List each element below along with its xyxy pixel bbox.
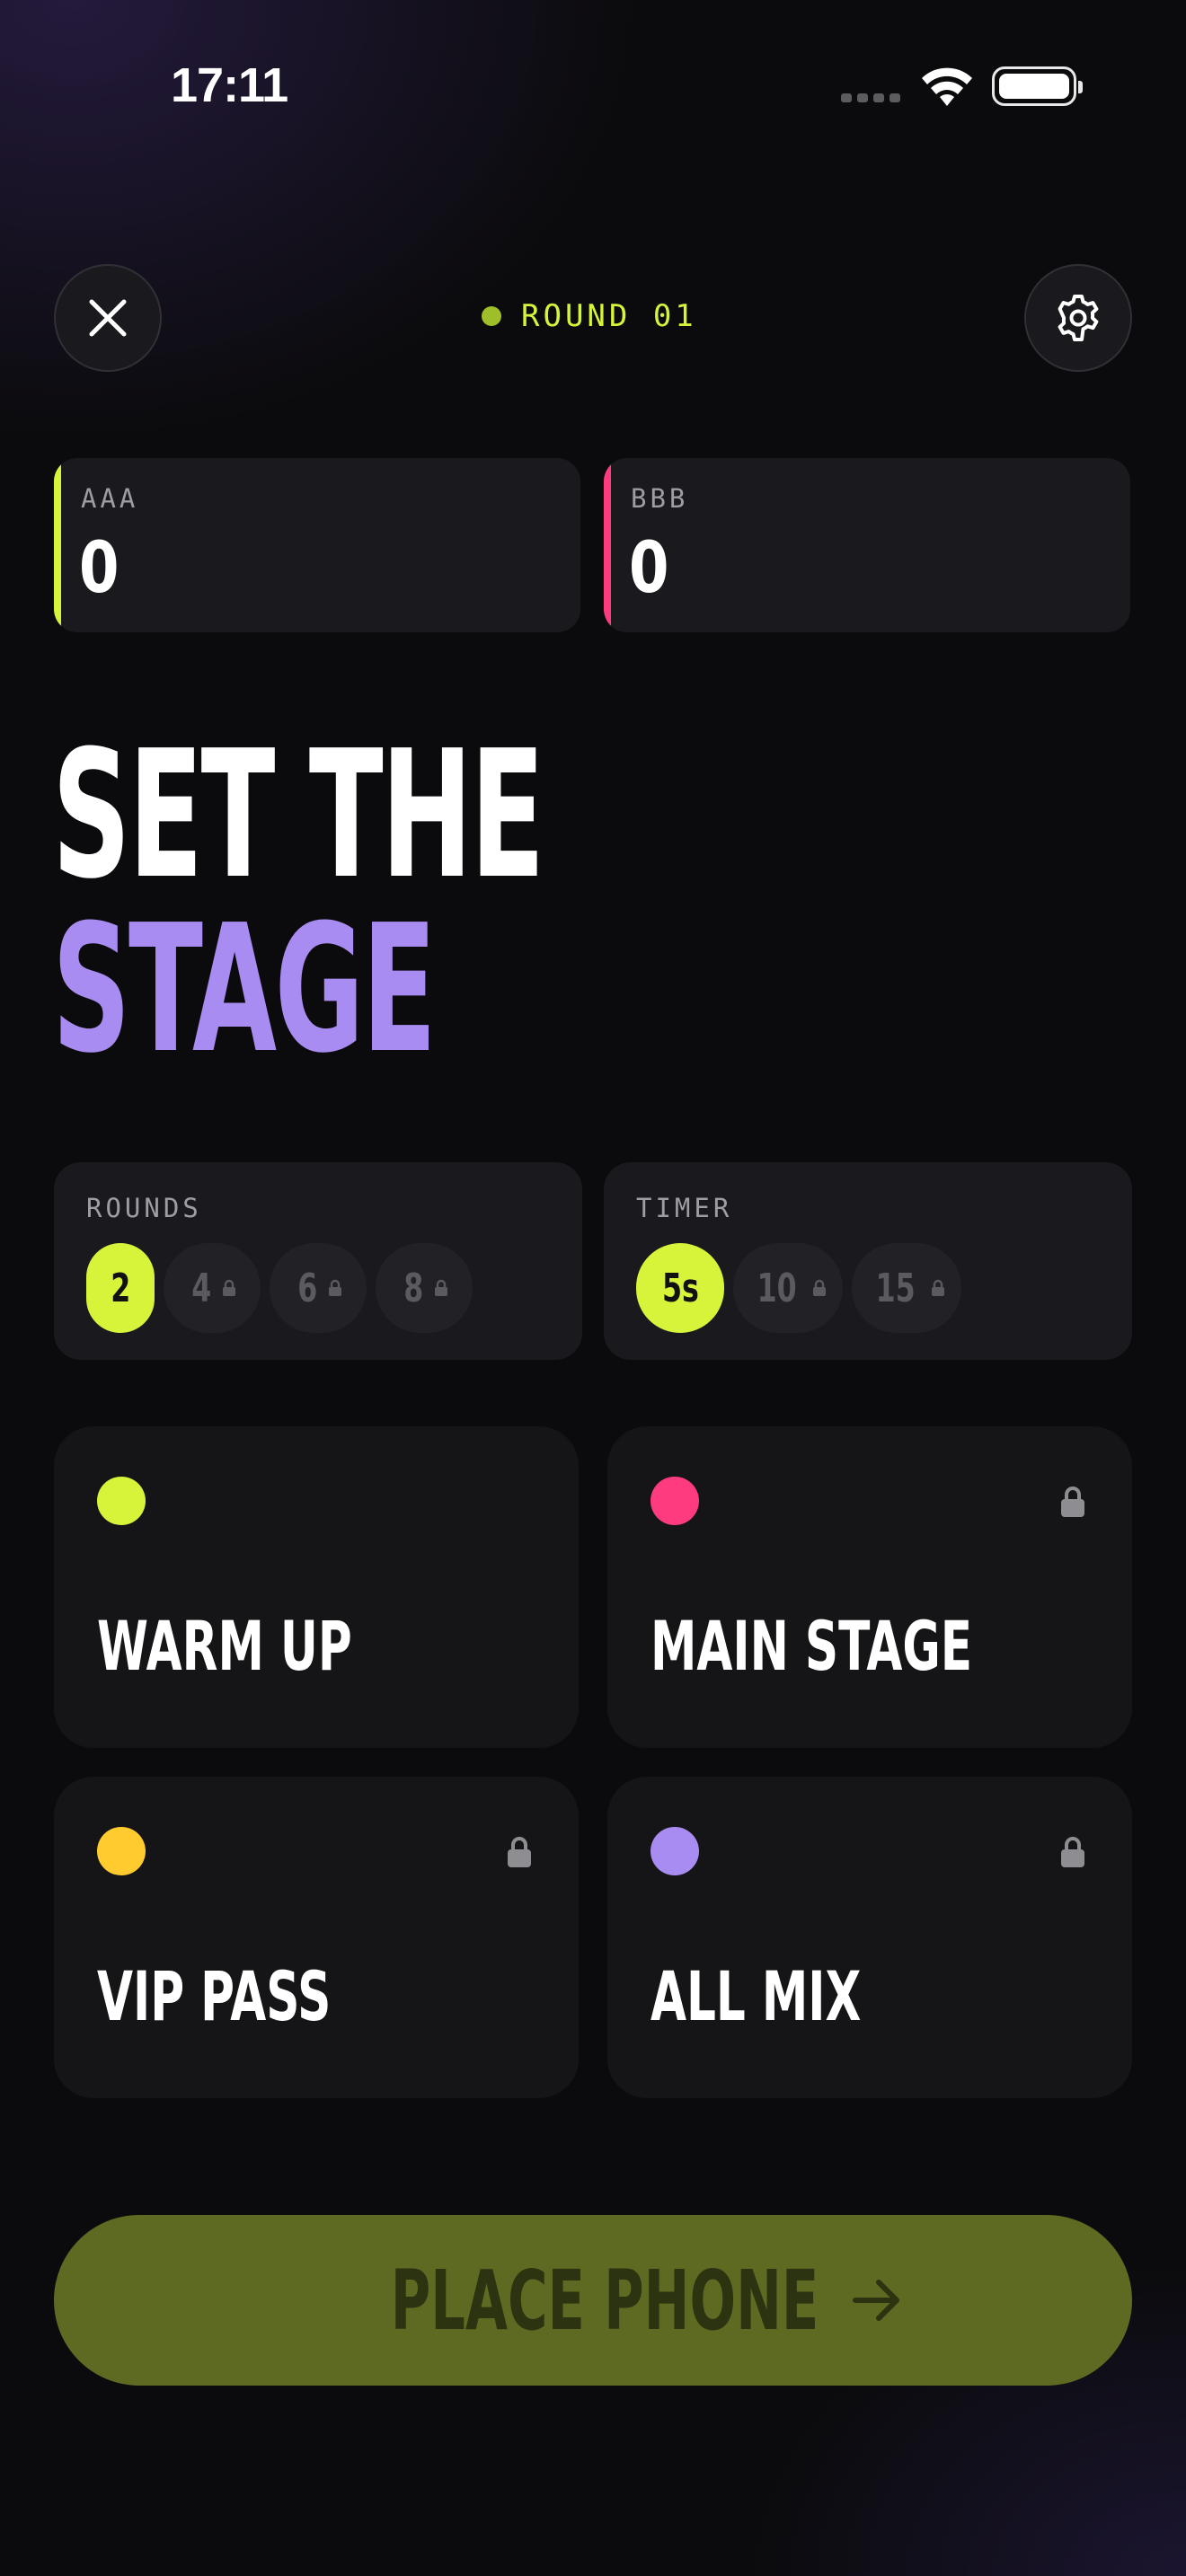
place-phone-label: PLACE PHONE — [390, 2252, 819, 2349]
mode-name: WARM UP — [97, 1606, 352, 1686]
page-title-line-2: STAGE — [52, 887, 437, 1092]
rounds-option-4[interactable]: 4 — [164, 1243, 261, 1333]
lock-icon — [1061, 1837, 1084, 1867]
timer-option-15[interactable]: 15 — [852, 1243, 961, 1333]
lock-icon — [931, 1279, 944, 1296]
timer-option-5s[interactable]: 5s — [636, 1243, 724, 1333]
timer-label: TIMER — [636, 1193, 733, 1223]
mode-color-dot — [97, 1827, 146, 1875]
team-a-name: AAA — [81, 483, 139, 514]
option-value: 6 — [296, 1265, 318, 1311]
team-a-score: 0 — [79, 528, 119, 609]
lock-icon — [1061, 1486, 1084, 1517]
rounds-option-2[interactable]: 2 — [86, 1243, 155, 1333]
arrow-right-icon — [853, 2280, 900, 2321]
rounds-option-8[interactable]: 8 — [376, 1243, 473, 1333]
lock-icon — [435, 1279, 448, 1296]
team-b-name: BBB — [631, 483, 689, 514]
mode-color-dot — [651, 1477, 699, 1525]
lock-icon — [812, 1279, 826, 1296]
option-value: 8 — [403, 1265, 424, 1311]
mode-name: ALL MIX — [651, 1956, 862, 2036]
mode-name: MAIN STAGE — [651, 1606, 973, 1686]
mode-card-main-stage[interactable]: MAIN STAGE — [607, 1426, 1132, 1748]
lock-icon — [329, 1279, 342, 1296]
team-a-score-card: AAA 0 — [54, 458, 580, 632]
option-value: 2 — [110, 1265, 131, 1311]
option-value: 15 — [875, 1265, 916, 1311]
cellular-signal-icon — [841, 93, 900, 102]
team-b-color-bar — [604, 458, 611, 632]
lock-icon — [223, 1279, 236, 1296]
place-phone-button[interactable]: PLACE PHONE — [54, 2215, 1132, 2386]
team-b-score-card: BBB 0 — [604, 458, 1130, 632]
mode-card-vip-pass[interactable]: VIP PASS — [54, 1777, 579, 2098]
option-value: 4 — [190, 1265, 212, 1311]
rounds-label: ROUNDS — [86, 1193, 202, 1223]
team-a-color-bar — [54, 458, 61, 632]
mode-color-dot — [651, 1827, 699, 1875]
mode-card-warm-up[interactable]: WARM UP — [54, 1426, 579, 1748]
round-indicator: ROUND 01 — [482, 298, 697, 334]
mode-color-dot — [97, 1477, 146, 1525]
timer-selector: TIMER 5s 10 15 — [604, 1162, 1132, 1360]
mode-name: VIP PASS — [97, 1956, 332, 2036]
round-label: ROUND 01 — [521, 298, 697, 334]
settings-button[interactable] — [1024, 264, 1132, 372]
page-title-line-1: SET THE — [52, 713, 544, 918]
close-icon — [89, 299, 127, 337]
battery-icon — [992, 66, 1083, 106]
wifi-icon — [922, 67, 972, 106]
gear-icon — [1058, 295, 1099, 341]
status-time: 17:11 — [171, 58, 288, 112]
option-value: 10 — [757, 1265, 798, 1311]
option-value: 5s — [661, 1265, 699, 1311]
close-button[interactable] — [54, 264, 162, 372]
team-b-score: 0 — [629, 528, 669, 609]
mode-card-all-mix[interactable]: ALL MIX — [607, 1777, 1132, 2098]
round-status-dot — [482, 306, 501, 326]
lock-icon — [508, 1837, 531, 1867]
rounds-selector: ROUNDS 2 4 6 8 — [54, 1162, 582, 1360]
rounds-option-6[interactable]: 6 — [270, 1243, 367, 1333]
timer-option-10[interactable]: 10 — [733, 1243, 843, 1333]
